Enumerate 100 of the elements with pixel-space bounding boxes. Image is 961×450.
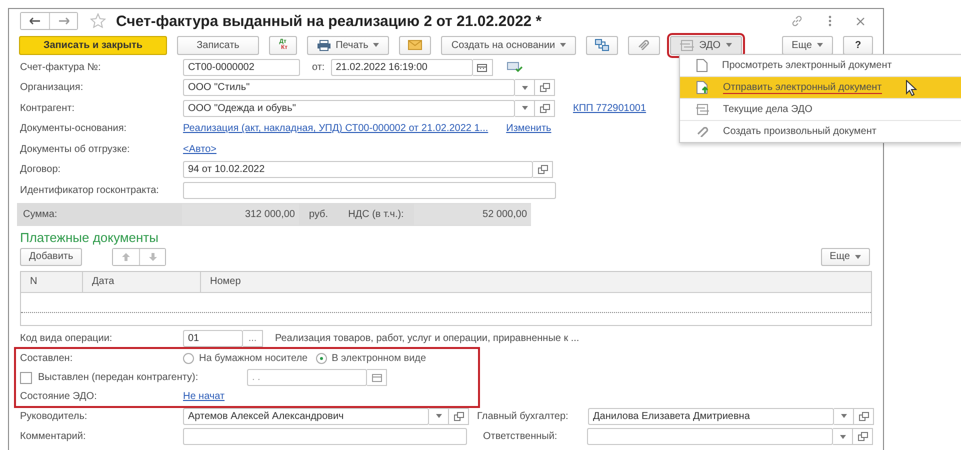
caret-icon [436,414,442,418]
paperclip-icon [696,126,709,136]
dropdown-button[interactable] [515,100,535,117]
date-field[interactable]: 21.02.2022 16:19:00 [330,58,473,76]
field-label: Договор: [20,164,62,176]
calendar-button[interactable] [472,58,493,76]
more-options-icon[interactable] [828,15,832,27]
field-label: Комментарий: [20,431,87,442]
field-label: Код вида операции: [20,333,114,344]
column-header[interactable]: Дата [83,272,201,292]
up-arrow-icon [122,252,130,260]
select-field[interactable]: Данилова Елизавета Дмитриевна [588,408,834,425]
select-field[interactable] [587,428,833,446]
radio-circle[interactable] [316,353,327,364]
currency-label: руб. [309,208,328,220]
structure-button[interactable] [586,36,618,54]
vat-label: НДС (в т.ч.): [348,208,404,220]
select-field[interactable]: Артемов Алексей Александрович [183,408,429,425]
caret-icon [522,106,528,110]
radio-circle[interactable] [183,353,194,364]
field-label: Организация: [20,82,84,94]
open-window-icon [540,83,550,92]
open-window-icon [858,432,868,442]
move-down-button[interactable] [139,248,166,264]
select-button[interactable]: ... [243,330,263,348]
attach-button[interactable] [628,36,660,54]
vat-value: 52 000,00 [414,204,532,224]
field-label: от: [312,62,325,73]
document-link[interactable]: Реализация (акт, накладная, УПД) СТ00-000002 от 21.02.2022 1... [183,123,488,134]
caret-icon [840,414,846,418]
dropdown-button[interactable] [834,408,854,425]
column-header[interactable]: N [21,272,83,292]
save-button[interactable]: Записать [177,36,259,54]
open-window-icon [858,412,868,421]
exchange-icon [696,104,709,115]
field-label: Составлен: [20,353,74,364]
status-link[interactable]: Не начат [183,391,225,402]
open-button[interactable] [535,100,555,117]
document-check-icon[interactable] [506,61,523,74]
menu-item[interactable]: Текущие дела ЭДО [680,98,961,120]
dropdown-button[interactable] [429,408,449,425]
add-button[interactable]: Добавить [20,248,82,266]
caret-icon [373,43,380,47]
printer-icon [316,40,331,50]
envelope-icon [408,40,422,50]
open-button[interactable] [533,161,553,178]
caret-icon [522,86,528,90]
caret-icon [855,254,861,258]
window-title: Счет-фактура выданный на реализацию 2 от 21.02.2022 * [116,12,542,30]
select-field[interactable]: ООО "Стиль" [183,79,515,96]
link-icon[interactable] [790,14,804,28]
calendar-button[interactable] [367,369,387,386]
open-window-icon [538,165,548,174]
menu-item[interactable]: Просмотреть электронный документ [680,55,961,76]
operation-code-field[interactable]: 01 [183,330,243,348]
reference-field[interactable]: 94 от 10.02.2022 [183,161,533,178]
save-and-close-button[interactable]: Записать и закрыть [19,36,167,54]
exchange-icon [680,40,694,50]
field-label: Контрагент: [20,102,76,114]
caret-icon [840,434,846,439]
link[interactable]: КПП 772901001 [573,102,646,114]
create-based-on-button[interactable]: Создать на основании [441,36,576,54]
open-window-icon [540,104,550,113]
invoice-number-field[interactable]: СТ00-0000002 [183,58,300,76]
menu-item[interactable]: Отправить электронный документ [680,76,961,98]
field-label: Документы-основания: [20,123,128,134]
dropdown-button[interactable] [515,79,535,96]
mouse-pointer-icon [906,80,917,96]
more-button[interactable]: Еще [782,36,833,54]
star-icon[interactable] [90,13,106,29]
open-button[interactable] [853,428,873,446]
document-icon [696,59,708,72]
input-field[interactable] [183,182,556,199]
print-button[interactable]: Печать [306,36,390,54]
checkbox[interactable] [20,372,32,384]
caret-icon [817,43,823,47]
caret-icon [726,43,732,47]
email-button[interactable] [399,36,432,54]
down-arrow-icon [148,252,157,260]
more-button[interactable]: Еще [820,248,870,266]
help-button[interactable]: ? [843,36,873,54]
field-label: Документы об отгрузке: [20,144,131,155]
comment-field[interactable] [183,428,467,446]
dropdown-button[interactable] [833,428,853,446]
select-field[interactable]: ООО "Одежда и обувь" [183,100,515,117]
close-icon[interactable] [856,16,865,26]
field-label: Состояние ЭДО: [20,391,98,402]
section-title: Платежные документы [20,230,160,246]
column-header[interactable]: Номер [201,272,871,292]
open-button[interactable] [854,408,874,425]
link[interactable]: Изменить [506,123,552,134]
open-button[interactable] [449,408,469,425]
radio-button[interactable]: На бумажном носителе [183,353,308,364]
document-link[interactable]: <Авто> [183,144,216,155]
menu-item[interactable]: Создать произвольный документ [680,120,961,142]
left-arrow-icon [29,17,41,25]
radio-button[interactable]: В электронном виде [316,353,426,364]
checkbox-label: Выставлен (передан контрагенту): [38,372,200,383]
open-button[interactable] [535,79,555,96]
paperclip-icon [637,40,652,50]
